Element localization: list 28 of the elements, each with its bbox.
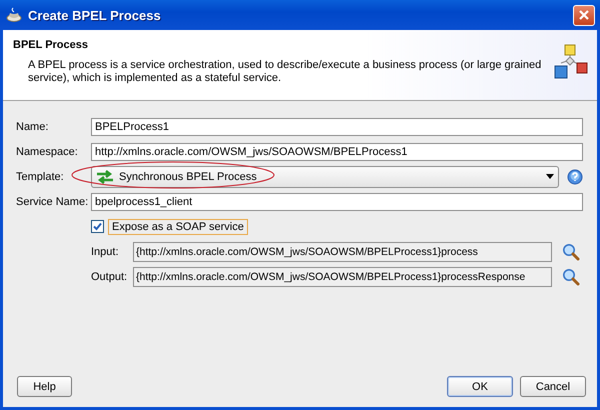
template-dropdown[interactable]: Synchronous BPEL Process — [91, 166, 559, 188]
field-label: Output: — [91, 270, 128, 282]
text-field[interactable]: bpelprocess1_client — [91, 192, 583, 210]
help-icon[interactable] — [567, 168, 583, 184]
header-description: A BPEL process is a service orchestration, used to describe/execute a business process (or large grained service), which is implemented as a stateful service. — [27, 59, 542, 85]
text-field[interactable]: BPELProcess1 — [91, 118, 583, 136]
read-only-field: {http://xmlns.oracle.com/OWSM_jws/SOAOWSM/BPELProcess1}processResponse — [133, 266, 552, 286]
help-button[interactable]: Help — [17, 376, 72, 397]
checkbox[interactable] — [91, 220, 104, 233]
window-title: Create BPEL Process — [28, 8, 162, 22]
text-field[interactable]: http://xmlns.oracle.com/OWSM_jws/SOAOWSM/BPELProcess1 — [91, 142, 583, 160]
header-title: BPEL Process — [13, 39, 90, 51]
coffee-cup-icon — [6, 7, 22, 23]
caret-icon — [546, 174, 554, 179]
field-label: Service Name: — [16, 196, 90, 208]
field-label: Namespace: — [16, 146, 79, 158]
search-icon[interactable] — [562, 268, 580, 286]
close-button[interactable] — [573, 4, 595, 26]
close-icon — [578, 9, 590, 21]
read-only-field: {http://xmlns.oracle.com/OWSM_jws/SOAOWSM/BPELProcess1}process — [133, 242, 552, 262]
two-arrows-icon — [96, 170, 114, 184]
field-label: Input: — [91, 246, 120, 258]
search-icon[interactable] — [562, 242, 580, 260]
ok-button[interactable]: OK — [447, 376, 513, 397]
cancel-button[interactable]: Cancel — [520, 376, 586, 397]
field-label: Name: — [16, 120, 50, 132]
checkbox-label[interactable]: Expose as a SOAP service — [108, 218, 248, 234]
field-label: Template: — [16, 170, 65, 182]
